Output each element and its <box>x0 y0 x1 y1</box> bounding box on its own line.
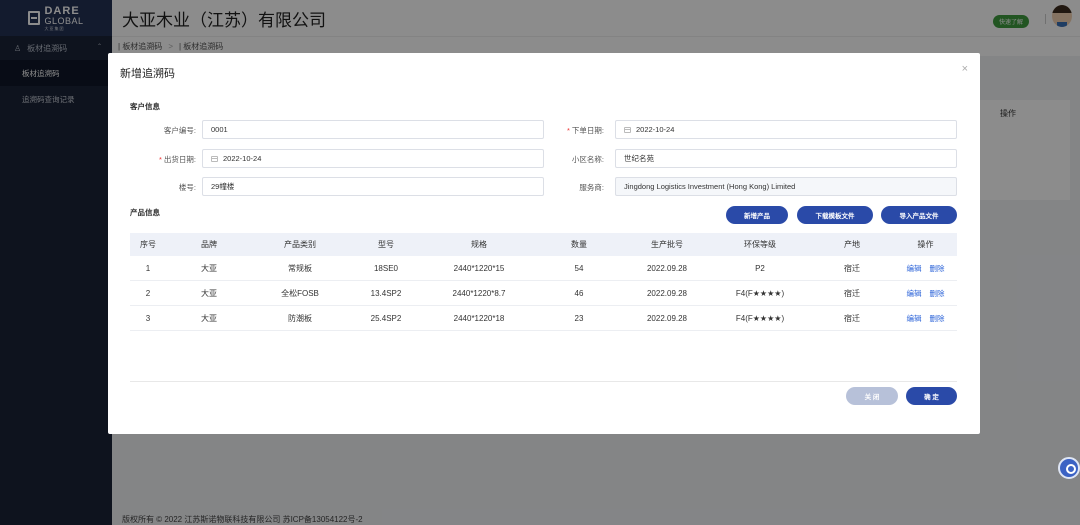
close-icon[interactable]: × <box>962 63 968 75</box>
table-cell: F4(F★★★★) <box>735 313 785 323</box>
table-cell: 54 <box>574 263 584 273</box>
column-header: 产地 <box>844 240 860 249</box>
customer-section-title: 客户信息 <box>130 102 160 111</box>
delete-link[interactable]: 删除 <box>930 288 945 299</box>
import-products-button[interactable]: 导入产品文件 <box>881 206 957 224</box>
table-row: 2 大亚 全松FOSB 13.4SP2 2440*1220*8.7 46 202… <box>130 281 957 306</box>
column-header: 规格 <box>471 240 487 249</box>
dialog-title: 新增追溯码 <box>120 68 175 80</box>
table-cell: 2 <box>145 288 151 298</box>
table-cell: 宿迁 <box>844 288 860 298</box>
row-actions: 编辑 删除 <box>894 263 957 274</box>
community-input[interactable]: 世纪名苑 <box>615 149 957 168</box>
column-header: 操作 <box>917 240 934 249</box>
table-cell: 大亚 <box>201 288 217 298</box>
calendar-icon <box>211 155 218 162</box>
column-header: 环保等级 <box>744 240 776 249</box>
table-cell: 13.4SP2 <box>370 288 402 298</box>
order-date-label: * 下单日期: <box>566 126 604 135</box>
column-header: 序号 <box>140 240 156 249</box>
customer-no-input[interactable]: 0001 <box>202 120 544 139</box>
table-cell: 25.4SP2 <box>370 313 402 323</box>
column-header: 型号 <box>378 240 394 249</box>
table-cell: 宿迁 <box>844 313 860 323</box>
support-float-button[interactable] <box>1058 457 1080 479</box>
table-cell: 2022.09.28 <box>646 313 688 323</box>
add-product-button[interactable]: 新增产品 <box>726 206 788 224</box>
delete-link[interactable]: 删除 <box>930 263 945 274</box>
row-actions: 编辑 删除 <box>894 313 957 324</box>
edit-link[interactable]: 编辑 <box>907 288 922 299</box>
edit-link[interactable]: 编辑 <box>907 263 922 274</box>
column-header: 生产批号 <box>651 240 683 249</box>
table-cell: 宿迁 <box>844 263 860 273</box>
close-button[interactable]: 关 闭 <box>846 387 898 405</box>
customer-no-label: 客户编号: <box>163 126 196 135</box>
table-cell: 大亚 <box>201 313 217 323</box>
column-header: 产品类别 <box>284 240 316 249</box>
download-template-button[interactable]: 下载模板文件 <box>797 206 873 224</box>
table-cell: 2022.09.28 <box>646 288 688 298</box>
table-cell: 2440*1220*18 <box>453 313 505 323</box>
table-cell: F4(F★★★★) <box>735 288 785 298</box>
building-label: 楼号: <box>178 183 196 192</box>
table-row: 3 大亚 防潮板 25.4SP2 2440*1220*18 23 2022.09… <box>130 306 957 331</box>
table-row: 1 大亚 常规板 18SE0 2440*1220*15 54 2022.09.2… <box>130 256 957 281</box>
calendar-icon <box>624 126 631 133</box>
table-cell: 2440*1220*8.7 <box>452 288 506 298</box>
ship-date-label: * 出货日期: <box>158 155 196 164</box>
table-cell: 18SE0 <box>373 263 399 273</box>
column-header: 数量 <box>571 240 587 249</box>
table-cell: 防潮板 <box>288 313 312 323</box>
add-trace-code-dialog: 新增追溯码 × 客户信息 客户编号: 0001 * 下单日期: 2022-10-2… <box>108 53 980 434</box>
delete-link[interactable]: 删除 <box>930 313 945 324</box>
building-input[interactable]: 29幢楼 <box>202 177 544 196</box>
provider-input: Jingdong Logistics Investment (Hong Kong… <box>615 177 957 196</box>
table-header: 序号 品牌 产品类别 型号 规格 数量 生产批号 环保等级 产地 操作 <box>130 233 957 256</box>
confirm-button[interactable]: 确 定 <box>906 387 957 405</box>
table-cell: 46 <box>574 288 584 298</box>
edit-link[interactable]: 编辑 <box>907 313 922 324</box>
table-cell: 常规板 <box>288 263 312 273</box>
product-table: 序号 品牌 产品类别 型号 规格 数量 生产批号 环保等级 产地 操作 1 大亚… <box>130 233 957 331</box>
provider-label: 服务商: <box>579 183 604 192</box>
table-cell: 大亚 <box>201 263 217 273</box>
table-cell: 2440*1220*15 <box>453 263 505 273</box>
row-actions: 编辑 删除 <box>894 288 957 299</box>
table-cell: 1 <box>145 263 151 273</box>
product-section-title: 产品信息 <box>130 208 160 217</box>
table-cell: P2 <box>755 263 765 273</box>
table-cell: 3 <box>145 313 151 323</box>
table-cell: 23 <box>574 313 584 323</box>
community-label: 小区名称: <box>571 155 604 164</box>
column-header: 品牌 <box>201 240 217 249</box>
table-cell: 2022.09.28 <box>646 263 688 273</box>
dialog-footer-divider <box>130 381 957 382</box>
ship-date-picker[interactable]: 2022-10-24 <box>202 149 544 168</box>
order-date-picker[interactable]: 2022-10-24 <box>615 120 957 139</box>
table-cell: 全松FOSB <box>281 288 319 298</box>
